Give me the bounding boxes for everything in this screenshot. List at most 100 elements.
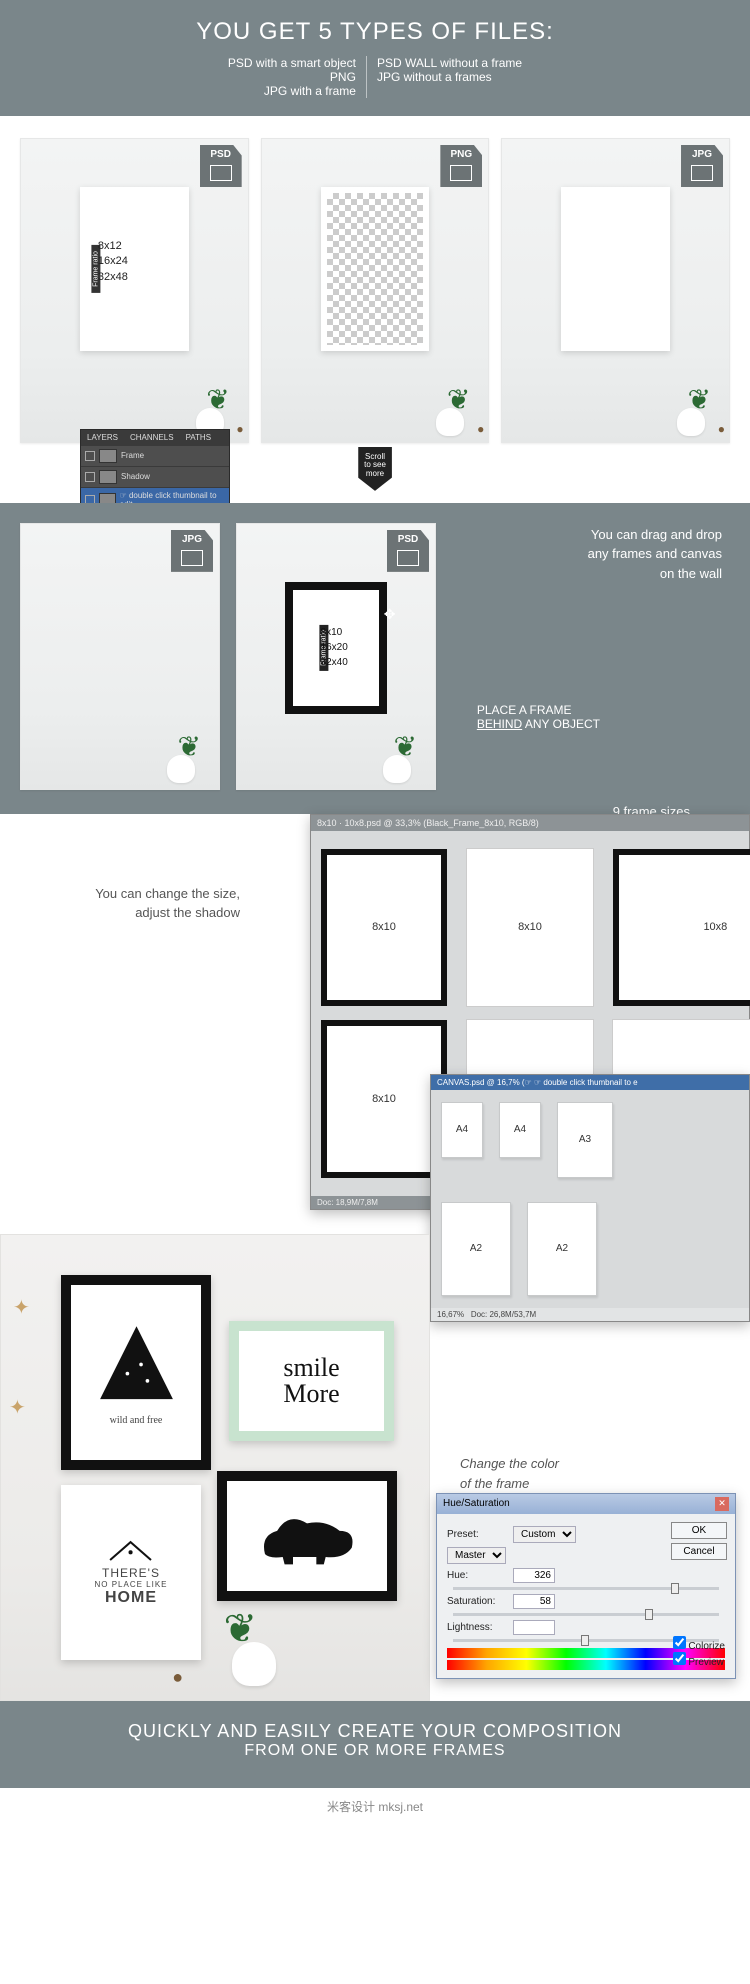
caption: smileMore <box>283 1355 339 1407</box>
visibility-icon[interactable] <box>85 472 95 482</box>
hue-slider[interactable] <box>453 1587 719 1590</box>
frame-sample[interactable]: 8x10 <box>321 849 447 1007</box>
file-types-list: PSD with a smart object PNG JPG with a f… <box>0 56 750 98</box>
vase-decor <box>383 755 411 783</box>
close-icon[interactable]: ✕ <box>715 1497 729 1511</box>
vase-decor <box>232 1642 276 1686</box>
layer-row[interactable]: Shadow <box>81 466 229 487</box>
frame-size: 8x12 <box>98 239 128 254</box>
gallery-frame-bear <box>217 1471 397 1601</box>
gallery-section: ✦ ✦ wild and free smileMore THERE'S NO P… <box>0 1234 750 1701</box>
jpg-badge: JPG <box>171 530 213 572</box>
vase-decor <box>677 408 705 436</box>
caption: HOME <box>94 1589 167 1607</box>
visibility-icon[interactable] <box>85 451 95 461</box>
window-titlebar[interactable]: CANVAS.psd @ 16,7% (☞ ☞ double click thu… <box>431 1075 749 1090</box>
caption: wild and free <box>71 1415 201 1426</box>
saturation-label: Saturation: <box>447 1596 507 1607</box>
move-cursor-icon: ✥ <box>384 606 396 623</box>
mockup-psd: PSD Frame ratio 8x12 16x24 32x48 ❦ ● <box>20 138 249 443</box>
channel-select[interactable]: Master <box>447 1547 506 1564</box>
layer-name: Frame <box>121 451 144 460</box>
frame-sample[interactable]: 8x10 <box>467 849 593 1007</box>
mockup-jpg: JPG ❦ ● <box>501 138 730 443</box>
preset-select[interactable]: Custom <box>513 1526 576 1543</box>
layer-thumb <box>99 449 117 463</box>
vase-decor <box>436 408 464 436</box>
caption: NO PLACE LIKE <box>94 1580 167 1589</box>
image-icon <box>181 550 203 566</box>
tab-channels[interactable]: CHANNELS <box>124 430 180 445</box>
frame-size: 8x10 <box>321 625 348 640</box>
psd-badge: PSD <box>387 530 429 572</box>
lightness-input[interactable] <box>513 1620 555 1635</box>
cancel-button[interactable]: Cancel <box>671 1543 727 1560</box>
slider-knob[interactable] <box>671 1583 679 1594</box>
star-decor: ✦ <box>13 1295 30 1320</box>
saturation-slider[interactable] <box>453 1613 719 1616</box>
file-type: JPG without a frames <box>377 70 522 84</box>
colorize-checkbox[interactable]: Colorize <box>673 1636 725 1652</box>
layer-row[interactable]: Frame <box>81 445 229 466</box>
draggable-frame[interactable]: Frame ratio 8x10 16x20 32x40 ✥ <box>285 582 388 714</box>
frame-size: 16x24 <box>98 254 128 269</box>
canvas-sample[interactable]: A4 <box>441 1102 483 1158</box>
house-icon <box>105 1537 156 1563</box>
gallery-frame-smile: smileMore <box>229 1321 394 1441</box>
frame-preview: Frame ratio 8x12 16x24 32x48 <box>80 187 189 350</box>
star-decor: ✦ <box>9 1395 26 1420</box>
mockup-row: PSD Frame ratio 8x12 16x24 32x48 ❦ ● PNG… <box>0 116 750 503</box>
footer-line: QUICKLY AND EASILY CREATE YOUR COMPOSITI… <box>10 1721 740 1742</box>
dialog-titlebar[interactable]: Hue/Saturation ✕ <box>437 1494 735 1514</box>
jpg-badge: JPG <box>681 145 723 187</box>
frame-preview <box>561 187 670 350</box>
scroll-indicator: Scroll to see more <box>358 447 392 491</box>
bear-icon <box>251 1497 363 1574</box>
credit-line: 米客设计 mksj.net <box>0 1788 750 1831</box>
hero-title: YOU GET 5 TYPES OF FILES: <box>0 18 750 46</box>
gallery-frame-tepee: wild and free <box>61 1275 211 1470</box>
ok-button[interactable]: OK <box>671 1522 727 1539</box>
place-behind-note: PLACE A FRAME BEHIND ANY OBJECT <box>477 703 600 731</box>
tab-layers[interactable]: LAYERS <box>81 430 124 445</box>
frame-sample[interactable]: 8x10 <box>321 1020 447 1178</box>
layer-name: Shadow <box>121 472 150 481</box>
pinecone-decor: ● <box>718 422 725 436</box>
dialog-title: Hue/Saturation <box>443 1498 510 1509</box>
png-badge: PNG <box>440 145 482 187</box>
gallery-frame-home: THERE'S NO PLACE LIKE HOME <box>61 1485 201 1660</box>
divider <box>366 56 367 98</box>
slider-knob[interactable] <box>645 1609 653 1620</box>
transparency-icon <box>450 165 472 181</box>
layer-thumb <box>99 470 117 484</box>
gallery-wall: ✦ ✦ wild and free smileMore THERE'S NO P… <box>0 1234 430 1701</box>
frame-sample[interactable]: 10x8 <box>613 849 750 1007</box>
mockup-jpg-noframe: JPG ❦ <box>20 523 220 790</box>
file-type: JPG with a frame <box>228 84 356 98</box>
grey-section: You can drag and drop any frames and can… <box>0 503 750 814</box>
shadow-note: You can change the size, adjust the shad… <box>30 884 240 923</box>
frame-size: 32x48 <box>98 270 128 285</box>
tepee-icon <box>91 1319 182 1410</box>
preview-checkbox[interactable]: Preview <box>673 1652 725 1668</box>
panel-tabs[interactable]: LAYERS CHANNELS PATHS <box>81 430 229 445</box>
caption: THERE'S <box>94 1566 167 1580</box>
lightness-label: Lightness: <box>447 1622 507 1633</box>
canvas-sample[interactable]: A3 <box>557 1102 613 1178</box>
hue-label: Hue: <box>447 1570 507 1581</box>
preset-label: Preset: <box>447 1529 507 1540</box>
pinecone-decor: ● <box>236 422 243 436</box>
photoshop-layers-panel[interactable]: LAYERS CHANNELS PATHS Frame Shadow ☞ dou… <box>80 429 230 513</box>
file-type: PNG <box>228 70 356 84</box>
pinecone-decor: ● <box>477 422 484 436</box>
tab-paths[interactable]: PATHS <box>180 430 217 445</box>
slider-knob[interactable] <box>581 1635 589 1646</box>
mockup-png: PNG ❦ ● <box>261 138 490 443</box>
hue-input[interactable] <box>513 1568 555 1583</box>
file-type: PSD with a smart object <box>228 56 356 70</box>
hue-saturation-dialog[interactable]: Hue/Saturation ✕ OK Cancel Preset: Custo… <box>436 1493 736 1679</box>
frame-size: 32x40 <box>321 655 348 670</box>
window-titlebar[interactable]: 8x10 · 10x8.psd @ 33,3% (Black_Frame_8x1… <box>311 815 749 831</box>
saturation-input[interactable] <box>513 1594 555 1609</box>
canvas-sample[interactable]: A4 <box>499 1102 541 1158</box>
